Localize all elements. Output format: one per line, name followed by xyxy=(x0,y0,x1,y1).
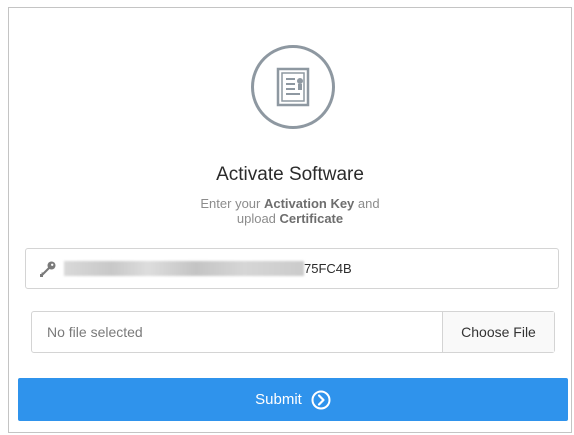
dialog-title: Activate Software xyxy=(216,164,364,185)
file-status-text: No file selected xyxy=(47,324,143,340)
redacted-key-segment xyxy=(64,261,304,276)
submit-button[interactable]: Submit xyxy=(18,378,568,421)
activation-key-suffix: 75FC4B xyxy=(304,261,352,276)
subtitle-text: upload xyxy=(236,211,280,226)
certificate-icon xyxy=(251,45,335,129)
submit-label: Submit xyxy=(255,391,302,408)
subtitle-cert-term: Certificate xyxy=(279,211,344,226)
chevron-right-circle-icon xyxy=(311,390,331,410)
subtitle-text: and xyxy=(354,196,380,211)
activation-key-input[interactable]: 75FC4B xyxy=(25,248,559,289)
activation-dialog: Activate Software Enter your Activation … xyxy=(8,7,572,433)
key-icon xyxy=(38,259,58,279)
subtitle-text: Enter your xyxy=(200,196,264,211)
dialog-subtitle: Enter your Activation Key and upload Cer… xyxy=(9,196,571,226)
choose-file-button[interactable]: Choose File xyxy=(442,312,554,352)
subtitle-key-term: Activation Key xyxy=(263,196,355,211)
certificate-file-input[interactable]: No file selected Choose File xyxy=(31,311,555,353)
